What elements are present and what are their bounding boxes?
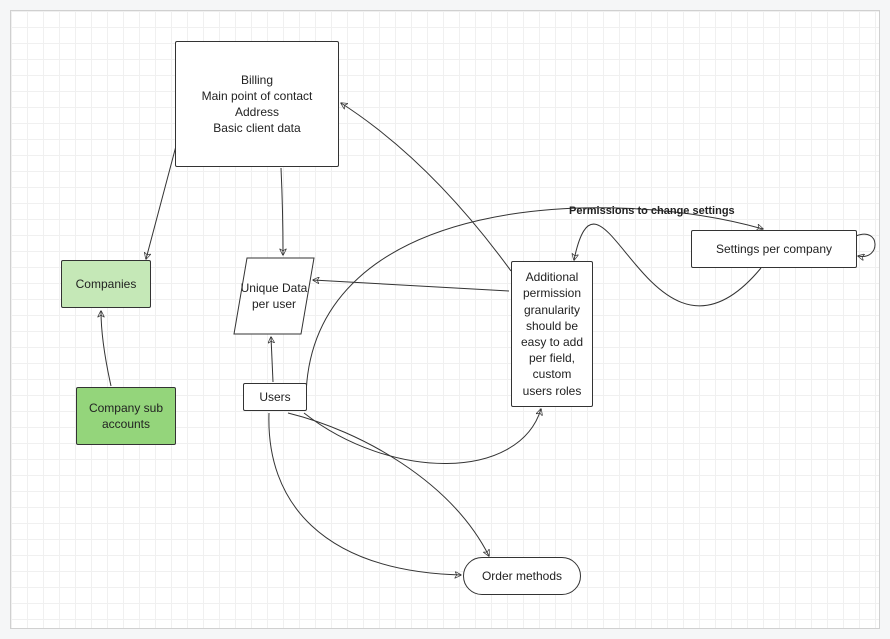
node-companies[interactable]: Companies [61,260,151,308]
node-unique-data-per-user[interactable]: Unique Data per user [233,257,315,335]
node-settings-per-company[interactable]: Settings per company [691,230,857,268]
node-additional-permission[interactable]: Additional permission granularity should… [511,261,593,407]
edges-layer [11,11,880,629]
node-unique-data-label: Unique Data per user [233,280,315,312]
edge-label-permissions: Permissions to change settings [569,205,735,217]
diagram-frame: Billing Main point of contact Address Ba… [0,0,890,639]
node-order-methods[interactable]: Order methods [463,557,581,595]
node-users[interactable]: Users [243,383,307,411]
node-billing[interactable]: Billing Main point of contact Address Ba… [175,41,339,167]
diagram-canvas[interactable]: Billing Main point of contact Address Ba… [10,10,880,629]
node-company-sub-accounts[interactable]: Company sub accounts [76,387,176,445]
